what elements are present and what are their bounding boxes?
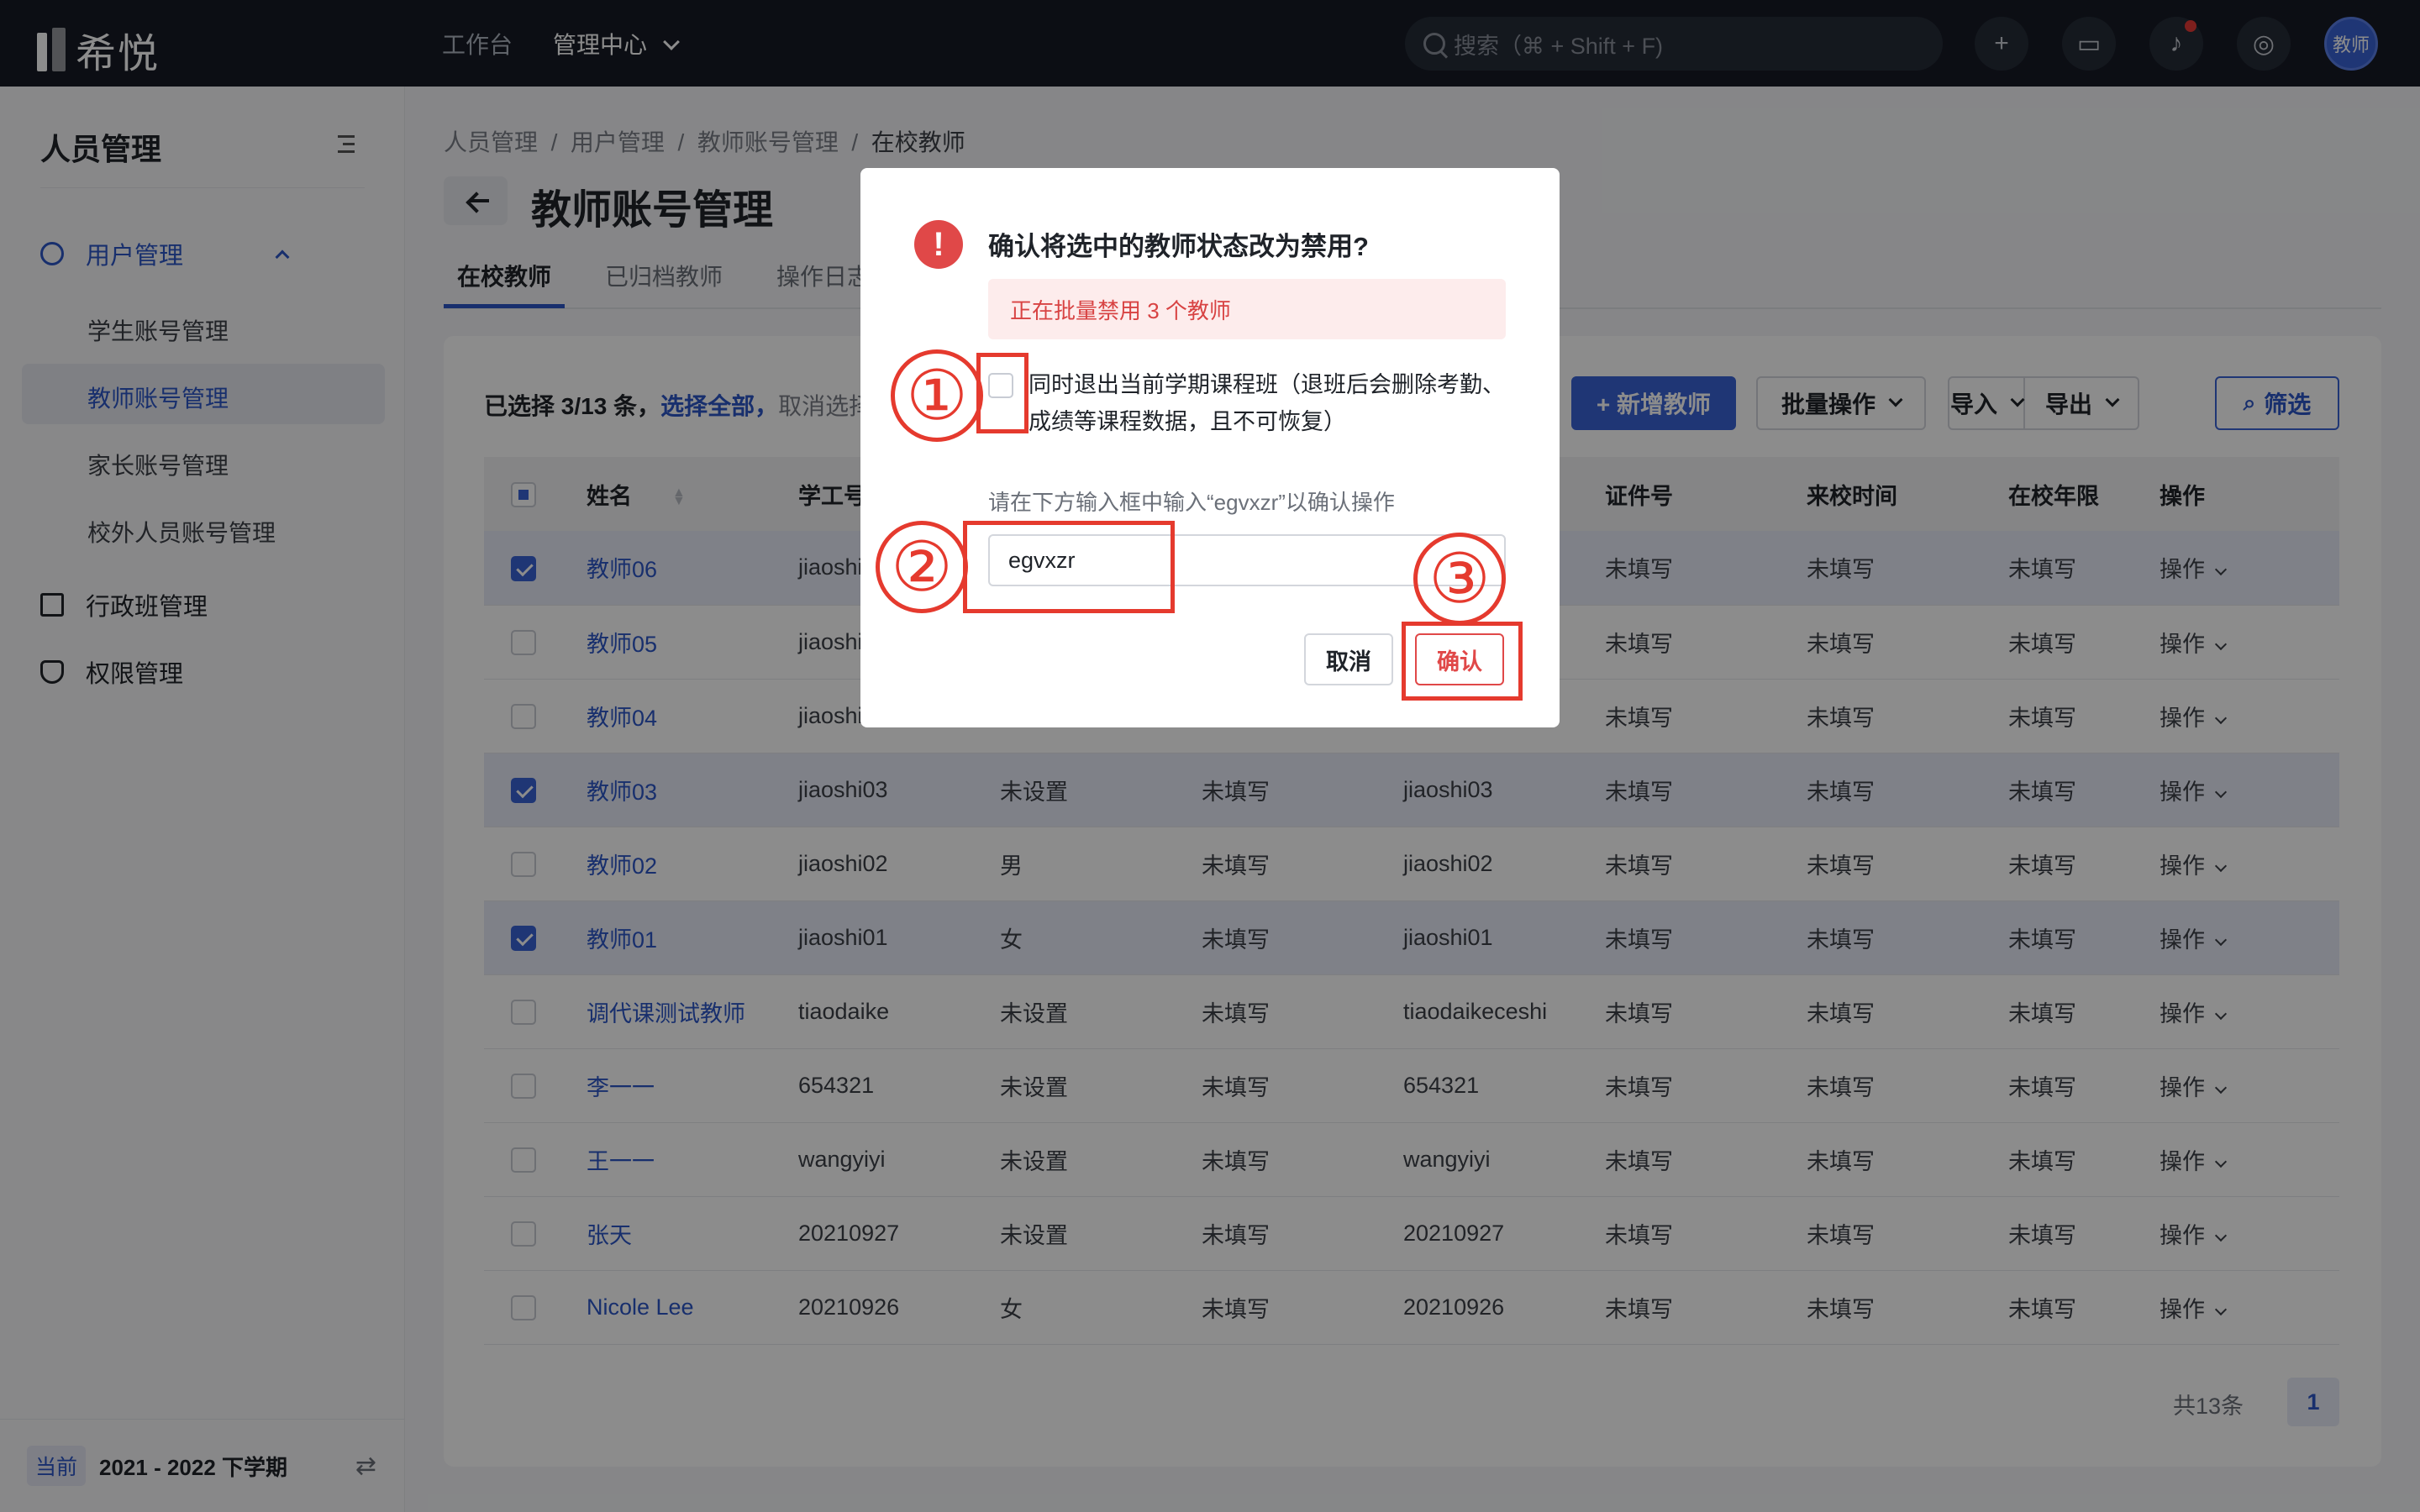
annotation-number-1: ① xyxy=(891,349,983,442)
dialog-alert: 正在批量禁用 3 个教师 xyxy=(988,279,1506,339)
annotation-number-3: ③ xyxy=(1413,533,1506,625)
confirm-hint: 请在下方输入框中输入“egvxzr”以确认操作 xyxy=(988,490,1395,515)
warning-icon: ! xyxy=(914,220,963,269)
dialog-title: 确认将选中的教师状态改为禁用? xyxy=(988,232,1369,261)
exit-course-label: 同时退出当前学期课程班（退班后会删除考勤、成绩等课程数据，且不可恢复） xyxy=(1028,372,1505,434)
annotation-box-2 xyxy=(963,521,1175,613)
cancel-button[interactable]: 取消 xyxy=(1304,633,1393,685)
annotation-box-1 xyxy=(976,353,1028,433)
annotation-box-3 xyxy=(1402,622,1523,701)
annotation-number-2: ② xyxy=(876,521,968,613)
